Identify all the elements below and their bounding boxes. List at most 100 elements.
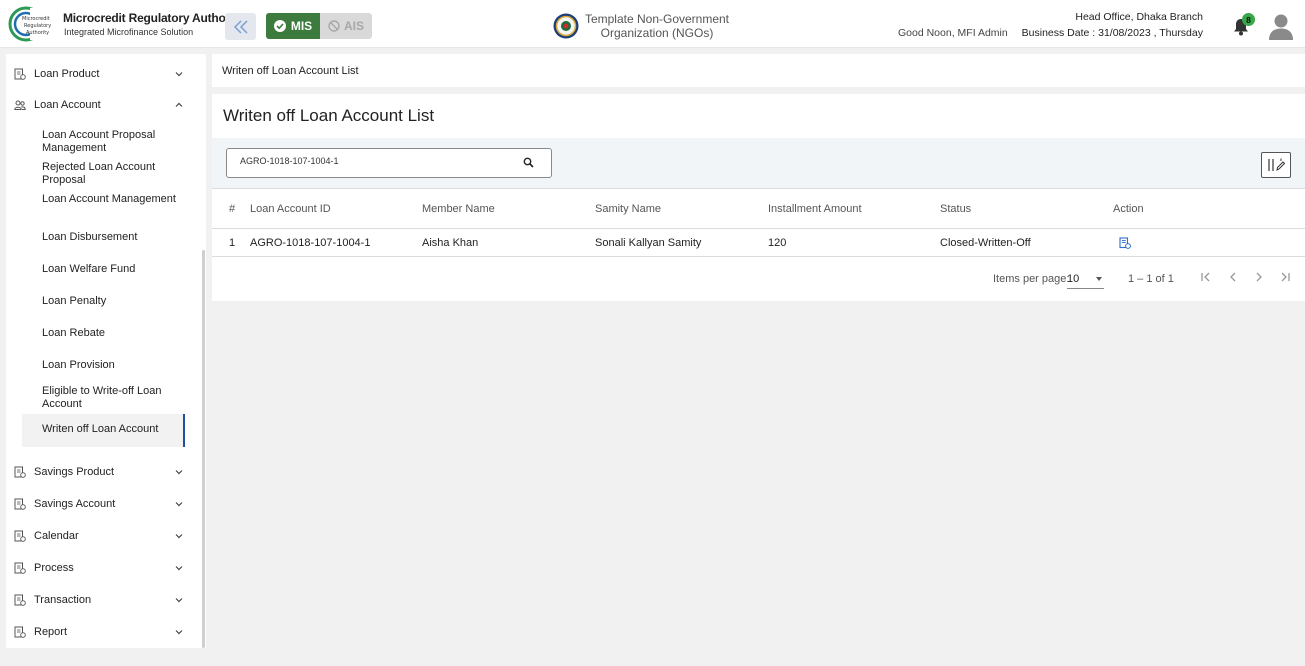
sidebar-item-label: Savings Account [34, 498, 116, 510]
cell-index: 1 [212, 228, 250, 257]
sidebar-item-loan-penalty[interactable]: Loan Penalty [42, 295, 182, 308]
sidebar-item-loan-product[interactable]: Loan Product [14, 62, 184, 86]
mis-mode-label: MIS [290, 19, 313, 33]
chevron-down-icon [175, 598, 183, 603]
sidebar-item-loan-welfare-fund[interactable]: Loan Welfare Fund [42, 263, 182, 276]
search-field[interactable] [226, 148, 552, 178]
sidebar-item-calendar[interactable]: Calendar [14, 524, 184, 548]
last-page-icon[interactable] [1277, 269, 1293, 285]
breadcrumb-current: Writen off Loan Account List [222, 65, 359, 77]
cell-samity-name: Sonali Kallyan Samity [595, 228, 768, 257]
sidebar: Loan Product Loan Account Loan Account P… [6, 54, 206, 648]
page-size-select[interactable]: 10 [1067, 270, 1104, 289]
sidebar-item-loan-account[interactable]: Loan Account [14, 93, 184, 117]
mra-logo-icon: Microcredit Regulatory Authority [8, 6, 58, 42]
cell-status: Closed-Written-Off [940, 228, 1113, 257]
chevron-down-icon [175, 72, 183, 77]
breadcrumb: Writen off Loan Account List [212, 54, 1305, 87]
column-header[interactable]: Installment Amount [768, 188, 940, 229]
notification-count-badge: 8 [1242, 13, 1255, 26]
svg-text:Regulatory: Regulatory [24, 23, 51, 29]
column-header[interactable]: Samity Name [595, 188, 768, 229]
cell-loan-account-id: AGRO-1018-107-1004-1 [250, 228, 422, 257]
sidebar-item-loan-rebate[interactable]: Loan Rebate [42, 327, 182, 340]
sidebar-item-rejected-loan-account-proposal[interactable]: Rejected Loan Account Proposal [42, 161, 182, 187]
sidebar-item-loan-account-management[interactable]: Loan Account Management [42, 193, 182, 206]
sidebar-item-transaction[interactable]: Transaction [14, 588, 184, 612]
sidebar-item-loan-account-proposal-management[interactable]: Loan Account Proposal Management [42, 129, 182, 155]
government-seal-icon [553, 13, 579, 39]
table-row[interactable]: 1 AGRO-1018-107-1004-1 Aisha Khan Sonali… [212, 228, 1305, 257]
svg-text:Authority: Authority [26, 30, 49, 36]
block-icon [328, 20, 340, 32]
sidebar-item-writen-off-loan-account[interactable]: Writen off Loan Account [42, 423, 182, 436]
document-gear-icon [14, 466, 26, 478]
view-details-icon[interactable] [1119, 236, 1131, 249]
organization-name: Template Non-Government Organization (NG… [582, 12, 732, 40]
document-gear-icon [14, 498, 26, 510]
organization-name-line2: Organization (NGOs) [600, 26, 714, 40]
ais-mode-button[interactable]: AIS [320, 13, 372, 39]
top-header: Microcredit Regulatory Authority Microcr… [0, 0, 1305, 48]
greeting-text: Good Noon, MFI Admin [898, 27, 1008, 39]
chevron-down-icon [175, 470, 183, 475]
document-gear-icon [14, 626, 26, 638]
page-title: Writen off Loan Account List [223, 106, 435, 125]
column-header[interactable]: # [212, 188, 250, 229]
column-header: Action [1113, 188, 1305, 229]
paginator: Items per page: 10 1 – 1 of 1 [212, 257, 1305, 297]
cell-installment-amount: 120 [768, 228, 940, 257]
main-panel: Writen off Loan Account List # Loan Acco… [212, 94, 1305, 301]
sidebar-item-report[interactable]: Report [14, 620, 184, 644]
table-header-row: # Loan Account ID Member Name Samity Nam… [212, 188, 1305, 229]
document-gear-icon [14, 530, 26, 542]
double-chevron-left-icon [233, 19, 248, 34]
sidebar-item-savings-account[interactable]: Savings Account [14, 492, 184, 516]
sidebar-item-label: Transaction [34, 594, 92, 606]
cell-action [1113, 228, 1305, 257]
cell-member-name: Aisha Khan [422, 228, 595, 257]
mis-mode-button[interactable]: MIS [266, 13, 320, 39]
chevron-down-icon [175, 566, 183, 571]
sidebar-item-eligible-write-off[interactable]: Eligible to Write-off Loan Account [42, 385, 182, 411]
people-icon [14, 100, 26, 110]
chevron-down-icon [175, 502, 183, 507]
sidebar-item-process[interactable]: Process [14, 556, 184, 580]
dropdown-arrow-icon [1096, 277, 1102, 281]
items-per-page-label: Items per page: [993, 273, 1070, 285]
column-settings-button[interactable] [1261, 152, 1291, 178]
column-header[interactable]: Member Name [422, 188, 595, 229]
ais-mode-label: AIS [343, 19, 364, 33]
brand-title: Microcredit Regulatory Authority [63, 11, 244, 25]
sidebar-item-label: Loan Account [34, 99, 101, 111]
sidebar-item-savings-product[interactable]: Savings Product [14, 460, 184, 484]
next-page-icon[interactable] [1251, 269, 1267, 285]
first-page-icon[interactable] [1198, 269, 1214, 285]
document-gear-icon [14, 68, 26, 80]
chevron-down-icon [175, 630, 183, 635]
search-input[interactable] [240, 156, 510, 166]
sidebar-collapse-button[interactable] [225, 13, 256, 40]
sidebar-item-loan-disbursement[interactable]: Loan Disbursement [42, 231, 182, 244]
sidebar-item-loan-provision[interactable]: Loan Provision [42, 359, 182, 372]
business-date: Business Date : 31/08/2023 , Thursday [1021, 27, 1203, 39]
page-range-label: 1 – 1 of 1 [1128, 273, 1174, 285]
document-gear-icon [14, 562, 26, 574]
chevron-down-icon [175, 534, 183, 539]
branch-name: Head Office, Dhaka Branch [1075, 11, 1203, 23]
column-header[interactable]: Status [940, 188, 1113, 229]
sidebar-item-label: Savings Product [34, 466, 115, 478]
svg-text:Microcredit: Microcredit [22, 16, 50, 22]
sidebar-item-label: Calendar [34, 530, 79, 542]
previous-page-icon[interactable] [1225, 269, 1241, 285]
brand-subtitle: Integrated Microfinance Solution [64, 27, 194, 37]
sidebar-scrollbar[interactable] [202, 250, 205, 648]
check-circle-icon [273, 20, 286, 32]
search-icon[interactable] [523, 157, 534, 168]
user-avatar-icon[interactable] [1268, 13, 1294, 41]
sidebar-item-label: Loan Product [34, 68, 100, 80]
column-header[interactable]: Loan Account ID [250, 188, 422, 229]
edit-columns-icon [1268, 158, 1286, 171]
document-gear-icon [14, 594, 26, 606]
sidebar-item-label: Report [34, 626, 68, 638]
